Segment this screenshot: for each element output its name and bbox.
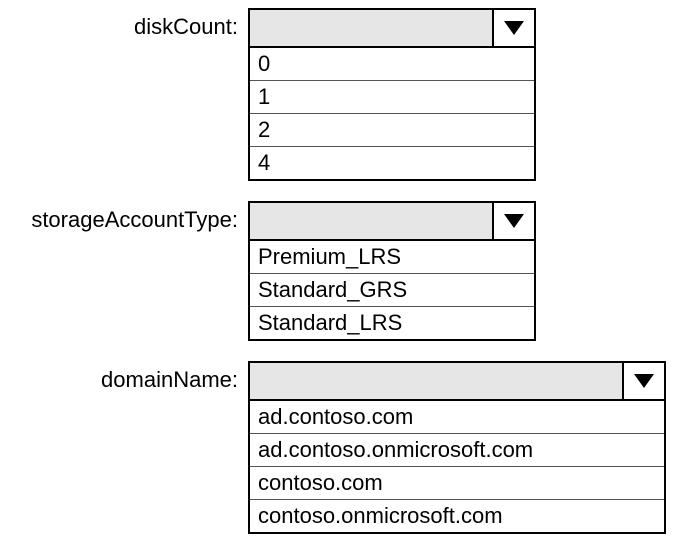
combo-input-storageAccountType[interactable] [248,201,492,241]
option-storageAccountType-2[interactable]: Standard_LRS [250,306,534,339]
combo-diskCount[interactable] [248,8,536,48]
chevron-down-icon [504,214,524,228]
chevron-down-icon [634,374,654,388]
row-storageAccountType: storageAccountType: Premium_LRS Standard… [0,201,680,341]
option-domainName-0[interactable]: ad.contoso.com [250,401,664,433]
option-domainName-1[interactable]: ad.contoso.onmicrosoft.com [250,433,664,466]
option-diskCount-1[interactable]: 1 [250,80,534,113]
option-domainName-3[interactable]: contoso.onmicrosoft.com [250,499,664,532]
combo-input-domainName[interactable] [248,361,622,401]
field-domainName: ad.contoso.com ad.contoso.onmicrosoft.co… [248,361,666,534]
option-diskCount-3[interactable]: 4 [250,146,534,179]
row-diskCount: diskCount: 0 1 2 4 [0,8,680,181]
options-diskCount: 0 1 2 4 [248,48,536,181]
option-diskCount-0[interactable]: 0 [250,48,534,80]
label-domainName: domainName: [0,361,248,393]
combo-input-diskCount[interactable] [248,8,492,48]
parameter-form: diskCount: 0 1 2 4 storageAccountType: [0,0,680,534]
label-storageAccountType: storageAccountType: [0,201,248,233]
options-storageAccountType: Premium_LRS Standard_GRS Standard_LRS [248,241,536,341]
dropdown-button-storageAccountType[interactable] [492,201,536,241]
option-domainName-2[interactable]: contoso.com [250,466,664,499]
option-diskCount-2[interactable]: 2 [250,113,534,146]
combo-domainName[interactable] [248,361,666,401]
dropdown-button-domainName[interactable] [622,361,666,401]
options-domainName: ad.contoso.com ad.contoso.onmicrosoft.co… [248,401,666,534]
chevron-down-icon [504,21,524,35]
field-storageAccountType: Premium_LRS Standard_GRS Standard_LRS [248,201,536,341]
combo-storageAccountType[interactable] [248,201,536,241]
row-domainName: domainName: ad.contoso.com ad.contoso.on… [0,361,680,534]
field-diskCount: 0 1 2 4 [248,8,536,181]
label-diskCount: diskCount: [0,8,248,40]
option-storageAccountType-1[interactable]: Standard_GRS [250,273,534,306]
dropdown-button-diskCount[interactable] [492,8,536,48]
option-storageAccountType-0[interactable]: Premium_LRS [250,241,534,273]
